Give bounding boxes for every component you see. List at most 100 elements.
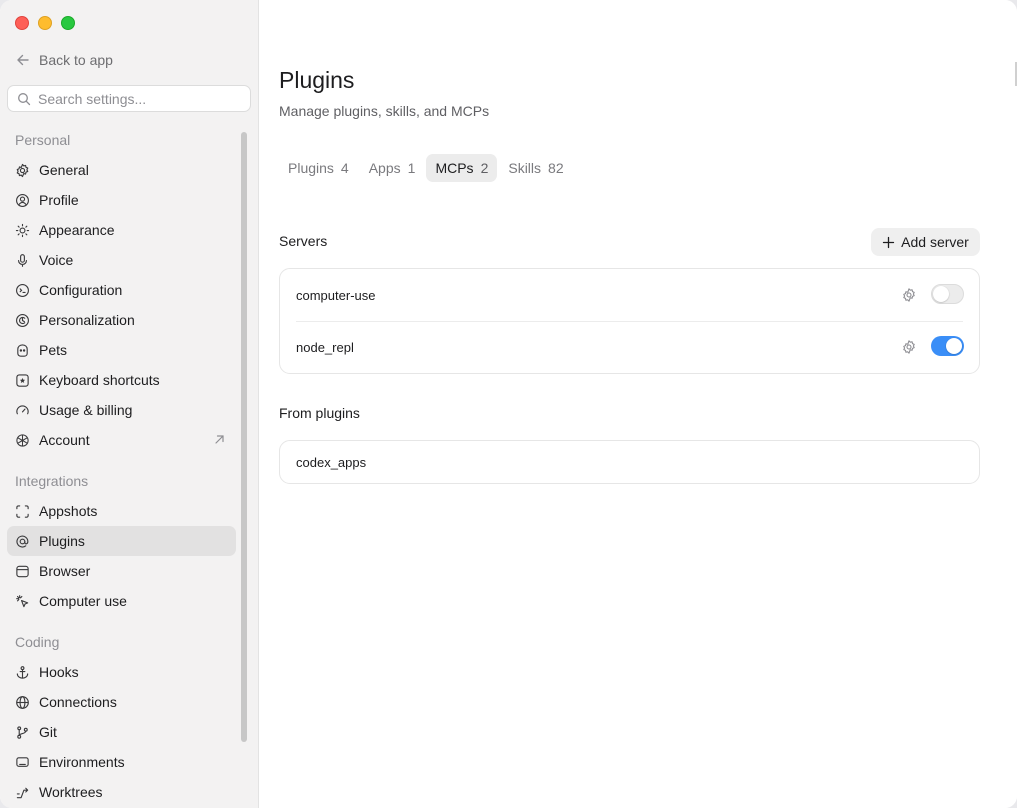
sidebar-item-hooks[interactable]: Hooks [7,657,236,687]
settings-nav: Personal General Profile Appearance Voic… [7,125,236,807]
toggle-knob [946,338,962,354]
sidebar-item-keyboard-shortcuts[interactable]: Keyboard shortcuts [7,365,236,395]
sidebar-item-environments[interactable]: Environments [7,747,236,777]
arrow-left-icon [17,54,29,66]
sidebar-item-appearance[interactable]: Appearance [7,215,236,245]
toggle-knob [933,286,949,302]
tab-label: Plugins [288,160,334,176]
section-title-personal: Personal [15,132,71,148]
git-branch-icon [15,725,30,740]
sidebar-item-label: Personalization [39,312,135,328]
sidebar-item-plugins[interactable]: Plugins [7,526,236,556]
tab-count: 82 [548,160,564,176]
sidebar-item-label: Environments [39,754,125,770]
sidebar-scrollbar[interactable] [241,132,247,742]
appshots-icon [15,504,30,519]
sidebar-item-label: Browser [39,563,91,579]
servers-heading: Servers [279,233,328,249]
gear-icon[interactable] [901,287,917,303]
sidebar-item-label: Connections [39,694,117,710]
search-box[interactable] [7,85,251,112]
plus-icon [882,236,895,248]
tab-label: MCPs [435,160,474,176]
add-server-label: Add server [901,234,969,250]
tab-mcps[interactable]: MCPs 2 [426,154,498,182]
sidebar-item-account[interactable]: Account [7,425,236,455]
gauge-icon [15,403,30,418]
minimize-window-button[interactable] [38,16,52,30]
cursor-icon [15,594,30,609]
page-title: Plugins [279,67,355,93]
sidebar-item-label: Appearance [39,222,115,238]
sidebar-item-personalization[interactable]: Personalization [7,305,236,335]
main-panel: Plugins Manage plugins, skills, and MCPs… [259,0,1017,808]
server-enable-toggle[interactable] [931,336,964,356]
profile-icon [15,193,30,208]
server-row: computer-use [280,269,979,321]
tab-count: 1 [407,160,416,176]
server-enable-toggle[interactable] [931,284,964,304]
tab-plugins[interactable]: Plugins 4 [279,154,358,182]
sidebar-item-label: Configuration [39,282,123,298]
close-window-button[interactable] [15,16,29,30]
worktree-icon [15,785,30,800]
plugin-server-row[interactable]: codex_apps [280,441,979,483]
tab-count: 2 [480,160,489,176]
server-name: node_repl [296,339,354,355]
sidebar-item-git[interactable]: Git [7,717,236,747]
traffic-lights [15,16,75,30]
sidebar-item-configuration[interactable]: Configuration [7,275,236,305]
sidebar-item-label: Usage & billing [39,402,133,418]
plugin-servers-list: codex_apps [279,440,980,484]
sidebar-item-label: Profile [39,192,79,208]
sidebar-item-label: Hooks [39,664,79,680]
sidebar-item-pets[interactable]: Pets [7,335,236,365]
sidebar-item-computer-use[interactable]: Computer use [7,586,236,616]
anchor-icon [15,665,30,680]
external-link-icon [215,435,224,444]
sidebar-item-appshots[interactable]: Appshots [7,496,236,526]
openai-icon [15,433,30,448]
laptop-icon [15,755,30,770]
server-name: codex_apps [296,454,367,470]
gear-icon[interactable] [901,339,917,355]
sidebar-item-connections[interactable]: Connections [7,687,236,717]
gear-icon [15,163,30,178]
sidebar-item-browser[interactable]: Browser [7,556,236,586]
back-to-app-link[interactable]: Back to app [15,52,113,68]
globe-icon [15,695,30,710]
search-icon [18,92,31,105]
server-row: node_repl [280,321,979,373]
section-title-integrations: Integrations [15,473,89,489]
sidebar-item-usage-billing[interactable]: Usage & billing [7,395,236,425]
sidebar-item-voice[interactable]: Voice [7,245,236,275]
sidebar-item-label: Plugins [39,533,85,549]
sidebar-item-profile[interactable]: Profile [7,185,236,215]
maximize-window-button[interactable] [61,16,75,30]
back-to-app-label: Back to app [39,52,113,68]
tab-label: Apps [368,160,401,176]
personalization-icon [15,313,30,328]
tab-bar: Plugins 4 Apps 1 MCPs 2 Skills 82 [279,154,573,182]
configuration-icon [15,283,30,298]
tab-label: Skills [508,160,542,176]
microphone-icon [15,253,30,268]
sidebar-item-label: Pets [39,342,68,358]
sidebar: Back to app Personal General Profile App… [0,0,259,808]
sidebar-item-label: General [39,162,89,178]
sidebar-item-label: Account [39,432,90,448]
pets-icon [15,343,30,358]
add-server-button[interactable]: Add server [871,228,980,256]
search-input[interactable] [38,90,238,107]
sidebar-item-worktrees[interactable]: Worktrees [7,777,236,807]
tab-count: 4 [340,160,349,176]
sidebar-item-general[interactable]: General [7,155,236,185]
sidebar-item-label: Voice [39,252,74,268]
from-plugins-heading: From plugins [279,405,360,421]
settings-window: Back to app Personal General Profile App… [0,0,1017,808]
at-sign-icon [15,534,30,549]
tab-apps[interactable]: Apps 1 [360,154,425,182]
sidebar-item-label: Computer use [39,593,127,609]
tab-skills[interactable]: Skills 82 [499,154,572,182]
sidebar-item-label: Git [39,724,57,740]
